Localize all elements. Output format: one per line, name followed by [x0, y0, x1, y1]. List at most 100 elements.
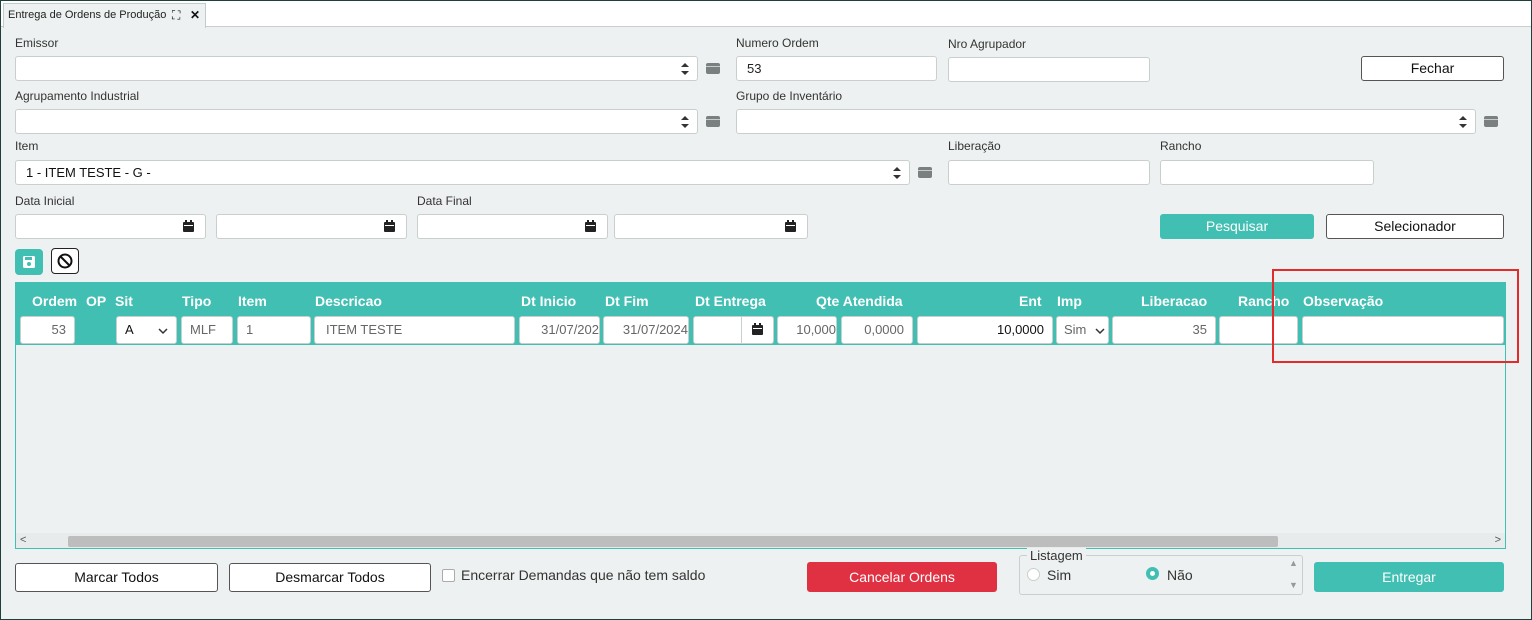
nro-agrupador-label: Nro Agrupador — [948, 37, 1027, 51]
col-header-tipo[interactable]: Tipo — [182, 293, 211, 309]
col-header-dt-inicio[interactable]: Dt Inicio — [521, 293, 576, 309]
select-arrows-icon — [1459, 110, 1467, 133]
encerrar-checkbox[interactable] — [442, 569, 455, 582]
listagem-legend: Listagem — [1027, 548, 1086, 563]
cell-qte-atendida[interactable]: 0,0000 — [841, 316, 913, 344]
sit-value: A — [125, 322, 134, 337]
item-label: Item — [15, 139, 39, 153]
cell-dt-fim[interactable]: 31/07/2024 — [603, 316, 689, 344]
cell-dt-entrega[interactable] — [693, 316, 774, 344]
col-header-liberacao[interactable]: Liberacao — [1141, 293, 1207, 309]
scroll-up-icon[interactable]: ▲ — [1289, 558, 1298, 568]
block-icon — [57, 253, 73, 269]
agrupamento-label: Agrupamento Industrial — [15, 89, 140, 103]
calendar-button[interactable] — [172, 214, 206, 239]
rancho-input[interactable] — [1160, 160, 1374, 185]
grupo-inventario-select[interactable] — [736, 109, 1476, 134]
numero-ordem-input[interactable]: 53 — [736, 56, 937, 81]
calendar-icon[interactable] — [752, 323, 763, 335]
pesquisar-button[interactable]: Pesquisar — [1160, 214, 1314, 239]
item-select[interactable]: 1 - ITEM TESTE - G - — [15, 160, 910, 185]
emissor-select[interactable] — [15, 56, 698, 81]
col-header-qte-atendida[interactable]: Qte Atendida — [816, 293, 903, 309]
cell-descricao[interactable]: ITEM TESTE — [314, 316, 515, 344]
grupo-inventario-label: Grupo de Inventário — [736, 89, 843, 103]
agrupamento-select[interactable] — [15, 109, 698, 134]
item-value: 1 - ITEM TESTE - G - — [26, 165, 151, 180]
nro-agrupador-input[interactable] — [948, 57, 1150, 82]
folder-icon[interactable] — [706, 63, 720, 74]
cell-sit-select[interactable]: A — [116, 316, 177, 344]
chevron-down-icon — [1095, 328, 1105, 335]
scroll-left-icon[interactable]: < — [20, 533, 26, 548]
numero-ordem-label: Numero Ordem — [736, 36, 819, 50]
folder-icon[interactable] — [918, 167, 932, 178]
calendar-button[interactable] — [373, 214, 407, 239]
calendar-icon — [384, 220, 395, 232]
calendar-icon — [785, 220, 796, 232]
cell-liberacao[interactable]: 35 — [1112, 316, 1216, 344]
calendar-button[interactable] — [574, 214, 608, 239]
col-header-item[interactable]: Item — [238, 293, 267, 309]
scroll-down-icon[interactable]: ▼ — [1289, 580, 1298, 590]
calendar-button[interactable] — [774, 214, 808, 239]
data-inicial-time[interactable] — [216, 214, 407, 239]
cancelar-ordens-button[interactable]: Cancelar Ordens — [807, 562, 997, 592]
data-inicial-date[interactable] — [15, 214, 206, 239]
listagem-sim-radio[interactable] — [1027, 568, 1040, 581]
col-header-dt-entrega[interactable]: Dt Entrega — [695, 293, 766, 309]
liberacao-input[interactable] — [948, 160, 1150, 185]
calendar-icon — [585, 220, 596, 232]
data-inicial-label: Data Inicial — [15, 194, 75, 208]
calendar-icon — [183, 220, 194, 232]
maximize-icon[interactable]: ⛶ — [172, 4, 180, 26]
close-icon[interactable]: ✕ — [190, 4, 200, 26]
select-arrows-icon — [681, 57, 689, 80]
scrollbar-thumb[interactable] — [68, 536, 1278, 547]
save-icon — [23, 256, 35, 268]
col-header-ordem[interactable]: Ordem — [32, 293, 77, 309]
cell-qte[interactable]: 10,000 — [777, 316, 837, 344]
highlight-box — [1272, 269, 1519, 363]
data-final-date[interactable] — [417, 214, 608, 239]
cell-ordem[interactable]: 53 — [20, 316, 75, 344]
selecionador-button[interactable]: Selecionador — [1326, 214, 1504, 239]
cell-dt-inicio[interactable]: 31/07/202 — [519, 316, 600, 344]
entregar-button[interactable]: Entregar — [1314, 562, 1504, 592]
nao-label: Não — [1167, 567, 1193, 583]
imp-value: Sim — [1064, 322, 1087, 337]
folder-icon[interactable] — [706, 116, 720, 127]
data-final-time[interactable] — [614, 214, 809, 239]
cell-item[interactable]: 1 — [237, 316, 311, 344]
tab-entrega-ordens[interactable]: Entrega de Ordens de Produção ⛶ ✕ — [3, 3, 206, 28]
col-header-sit[interactable]: Sit — [115, 293, 133, 309]
save-button[interactable] — [15, 249, 43, 275]
cell-imp-select[interactable]: Sim — [1056, 316, 1109, 344]
scroll-right-icon[interactable]: > — [1495, 533, 1501, 548]
cell-tipo[interactable]: MLF — [181, 316, 233, 344]
col-header-op[interactable]: OP — [86, 293, 106, 309]
col-header-dt-fim[interactable]: Dt Fim — [605, 293, 649, 309]
col-header-imp[interactable]: Imp — [1057, 293, 1082, 309]
horizontal-scrollbar[interactable]: < > — [16, 533, 1505, 548]
app-window: Entrega de Ordens de Produção ⛶ ✕ Emisso… — [0, 0, 1532, 620]
cell-ent[interactable]: 10,0000 — [917, 316, 1053, 344]
cancel-button[interactable] — [51, 248, 79, 274]
listagem-nao-radio[interactable] — [1146, 567, 1159, 580]
col-header-descricao[interactable]: Descricao — [315, 293, 382, 309]
tab-bar: Entrega de Ordens de Produção ⛶ ✕ — [1, 1, 1531, 28]
liberacao-label: Liberação — [948, 139, 1001, 153]
fechar-button[interactable]: Fechar — [1361, 56, 1504, 81]
chevron-down-icon — [158, 328, 168, 335]
marcar-todos-button[interactable]: Marcar Todos — [15, 563, 218, 592]
folder-icon[interactable] — [1484, 116, 1498, 127]
tab-title: Entrega de Ordens de Produção — [8, 9, 167, 21]
desmarcar-todos-button[interactable]: Desmarcar Todos — [229, 563, 431, 592]
col-header-ent[interactable]: Ent — [1019, 293, 1042, 309]
select-arrows-icon — [681, 110, 689, 133]
encerrar-label: Encerrar Demandas que não tem saldo — [461, 567, 706, 583]
rancho-label: Rancho — [1160, 139, 1202, 153]
emissor-label: Emissor — [15, 36, 59, 50]
sim-label: Sim — [1047, 567, 1072, 583]
select-arrows-icon — [893, 161, 901, 184]
